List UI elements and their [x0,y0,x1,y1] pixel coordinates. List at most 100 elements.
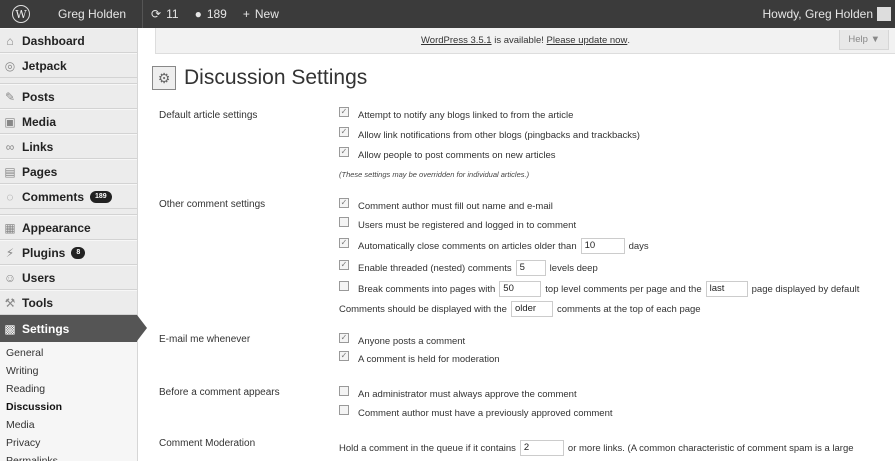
close-days-input[interactable]: 10 [580,238,625,254]
auto-close-option: Automatically close comments on articles… [339,237,649,254]
update-now-link[interactable]: Please update now [547,35,628,46]
submenu-media[interactable]: Media [6,416,137,434]
break-comments-checkbox[interactable] [339,280,349,291]
submenu-discussion[interactable]: Discussion [6,398,137,416]
plus-icon: + [242,7,250,21]
option-label: Automatically close comments on articles… [358,240,577,252]
submenu-reading[interactable]: Reading [6,380,137,398]
link-icon: ∞ [5,139,15,154]
page-icon: ▤ [4,164,16,179]
before-comment-label: Before a comment appears [159,387,280,398]
sidebar-item-pages[interactable]: ▤ Pages [0,159,137,184]
account-menu[interactable]: Howdy, Greg Holden [755,0,895,28]
comment-bubble-icon: ● [194,7,202,21]
sidebar-item-label: Comments [22,189,85,204]
sidebar-item-media[interactable]: ▣ Media [0,109,137,134]
sidebar-item-label: Jetpack [22,58,67,73]
option-label: A comment is held for moderation [358,354,500,365]
admin-approve-option: An administrator must always approve the… [339,386,577,400]
comments-link[interactable]: ● 189 [187,0,235,28]
media-icon: ▣ [4,114,16,129]
comments-per-page-input[interactable]: 50 [499,281,542,297]
settings-icon: ▩ [4,321,16,336]
option-label: Attempt to notify any blogs linked to fr… [358,110,574,121]
page-title: Discussion Settings [184,66,368,89]
notice-text: is available! [491,35,547,46]
email-on-post-option: Anyone posts a comment [339,333,465,347]
sidebar-item-label: Media [22,114,57,129]
email-on-post-checkbox[interactable] [339,333,349,343]
sidebar-item-label: Links [22,139,54,154]
option-label: Break comments into pages with [358,283,496,295]
sidebar-item-label: Pages [22,164,58,179]
admin-approve-checkbox[interactable] [339,386,349,396]
sidebar-item-jetpack[interactable]: ◎ Jetpack [0,53,137,78]
sidebar-item-links[interactable]: ∞ Links [0,134,137,159]
sidebar-item-label: Plugins [22,245,66,260]
comment-order-select[interactable]: older [510,301,553,317]
jetpack-icon: ◎ [4,58,16,73]
auto-close-checkbox[interactable] [339,237,349,248]
override-note: (These settings may be overridden for in… [339,170,530,179]
sidebar-item-plugins[interactable]: ⚡ Plugins 8 [0,240,137,265]
sidebar-item-comments[interactable]: ◌ Comments 189 [0,184,137,209]
tools-icon: ⚒ [4,295,16,310]
default-page-select[interactable]: last [705,281,748,297]
require-name-email-checkbox[interactable] [339,198,349,208]
sidebar-item-appearance[interactable]: ▦ Appearance [0,215,137,240]
submenu-permalinks[interactable]: Permalinks [6,452,137,461]
site-name-link[interactable]: Greg Holden [36,0,144,28]
notify-linked-blogs-checkbox[interactable] [339,107,349,117]
home-icon: ⌂ [6,33,14,48]
new-content-link[interactable]: + New [235,0,287,28]
comments-count: 189 [206,7,227,21]
allow-comments-option: Allow people to post comments on new art… [339,147,556,161]
option-label: levels deep [549,262,598,274]
updates-link[interactable]: ⟳ 11 [143,0,187,28]
sidebar-item-label: Settings [22,321,70,336]
sidebar-item-dashboard[interactable]: ⌂ Dashboard [0,28,137,53]
users-icon: ☺ [3,270,17,285]
sidebar-item-users[interactable]: ☺ Users [0,265,137,290]
thread-depth-select[interactable]: 5 [515,260,546,276]
option-label: Users must be registered and logged in t… [358,220,577,231]
email-on-moderation-option: A comment is held for moderation [339,351,500,365]
option-label: An administrator must always approve the… [358,389,577,400]
threaded-comments-option: Enable threaded (nested) comments 5 leve… [339,259,598,276]
submenu-privacy[interactable]: Privacy [6,434,137,452]
howdy-text: Howdy, Greg Holden [762,7,874,21]
version-link[interactable]: WordPress 3.5.1 [421,35,492,46]
moderation-links-input[interactable]: 2 [519,440,564,456]
option-label: Comments should be displayed with the [339,303,507,315]
notify-linked-blogs-option: Attempt to notify any blogs linked to fr… [339,107,574,121]
sidebar-item-label: Appearance [22,220,91,235]
sidebar-item-posts[interactable]: ✎ Posts [0,84,137,109]
page-header: ⚙ Discussion Settings [152,66,367,90]
refresh-icon: ⟳ [151,7,162,21]
other-comment-settings-label: Other comment settings [159,199,266,210]
option-label: Allow people to post comments on new art… [358,150,556,161]
default-article-settings-label: Default article settings [159,110,258,121]
plugin-icon: ⚡ [5,245,15,260]
require-name-email-option: Comment author must fill out name and e-… [339,198,553,212]
sidebar-item-tools[interactable]: ⚒ Tools [0,290,137,315]
sidebar-item-settings[interactable]: ▩ Settings [0,315,147,342]
previously-approved-checkbox[interactable] [339,405,349,415]
updates-count: 11 [166,7,179,21]
submenu-general[interactable]: General [6,344,137,362]
submenu-writing[interactable]: Writing [6,362,137,380]
wordpress-logo-icon[interactable]: W [6,0,36,28]
option-label: Hold a comment in the queue if it contai… [339,442,516,454]
previously-approved-option: Comment author must have a previously ap… [339,405,613,419]
require-registration-checkbox[interactable] [339,217,349,227]
allow-pingbacks-checkbox[interactable] [339,127,349,137]
plugins-badge: 8 [71,246,86,259]
allow-comments-checkbox[interactable] [339,147,349,157]
pin-icon: ✎ [4,89,16,104]
break-comments-option: Break comments into pages with 50 top le… [339,280,859,297]
threaded-comments-checkbox[interactable] [339,259,349,270]
email-on-moderation-checkbox[interactable] [339,351,349,361]
sidebar-item-label: Users [22,270,56,285]
help-tab[interactable]: Help ▼ [839,30,889,50]
moderation-links-row: Hold a comment in the queue if it contai… [339,440,854,456]
